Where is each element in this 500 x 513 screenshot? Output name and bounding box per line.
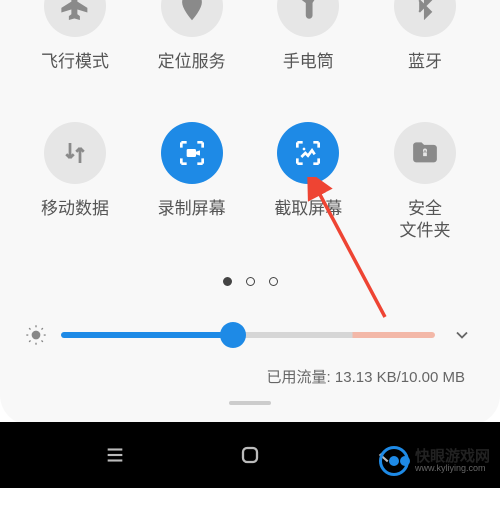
toggle-bluetooth-label: 蓝牙 [408, 51, 442, 72]
brightness-expand[interactable] [449, 322, 475, 348]
watermark-logo-icon [379, 446, 409, 476]
screenshot-icon [277, 122, 339, 184]
toggle-screenshot[interactable]: 截取屏幕 [263, 122, 353, 241]
toggle-location-label: 定位服务 [158, 51, 226, 72]
watermark: 快眼游戏网 www.kyliying.com [379, 446, 490, 476]
page-indicator[interactable] [25, 277, 475, 286]
toggle-secure-folder-label: 安全 文件夹 [399, 198, 450, 241]
quick-settings-panel: 飞行模式 定位服务 手电筒 蓝牙 移动数据 [0, 0, 500, 425]
brightness-control [25, 322, 475, 348]
toggle-airplane[interactable]: 飞行模式 [30, 0, 120, 72]
panel-drag-handle[interactable] [229, 401, 271, 405]
nav-home[interactable] [230, 435, 270, 475]
secure-folder-icon [394, 122, 456, 184]
toggle-screenshot-label: 截取屏幕 [274, 198, 342, 219]
brightness-slider[interactable] [61, 332, 435, 338]
toggle-secure-folder[interactable]: 安全 文件夹 [380, 122, 470, 241]
toggle-mobile-data[interactable]: 移动数据 [30, 122, 120, 241]
toggle-record-screen-label: 录制屏幕 [158, 198, 226, 219]
toggle-record-screen[interactable]: 录制屏幕 [147, 122, 237, 241]
mobile-data-icon [44, 122, 106, 184]
data-usage-label: 已用流量: [267, 369, 331, 386]
page-dot-3 [269, 277, 278, 286]
brightness-icon [25, 324, 47, 346]
watermark-url: www.kyliying.com [415, 464, 490, 473]
location-icon [161, 0, 223, 37]
toggle-flashlight[interactable]: 手电筒 [263, 0, 353, 72]
bluetooth-icon [394, 0, 456, 37]
record-screen-icon [161, 122, 223, 184]
brightness-slider-thumb[interactable] [220, 322, 246, 348]
airplane-icon [44, 0, 106, 37]
toggle-airplane-label: 飞行模式 [41, 51, 109, 72]
toggle-mobile-data-label: 移动数据 [41, 198, 109, 219]
toggle-bluetooth[interactable]: 蓝牙 [380, 0, 470, 72]
data-usage-used: 13.13 KB [335, 369, 397, 386]
toggle-location[interactable]: 定位服务 [147, 0, 237, 72]
watermark-name: 快眼游戏网 [415, 449, 490, 464]
nav-recents[interactable] [95, 435, 135, 475]
data-usage-text: 已用流量: 13.13 KB/10.00 MB [25, 366, 475, 387]
flashlight-icon [277, 0, 339, 37]
page-dot-1 [223, 277, 232, 286]
page-dot-2 [246, 277, 255, 286]
toggle-flashlight-label: 手电筒 [283, 51, 334, 72]
data-usage-total: 10.00 MB [401, 369, 465, 386]
